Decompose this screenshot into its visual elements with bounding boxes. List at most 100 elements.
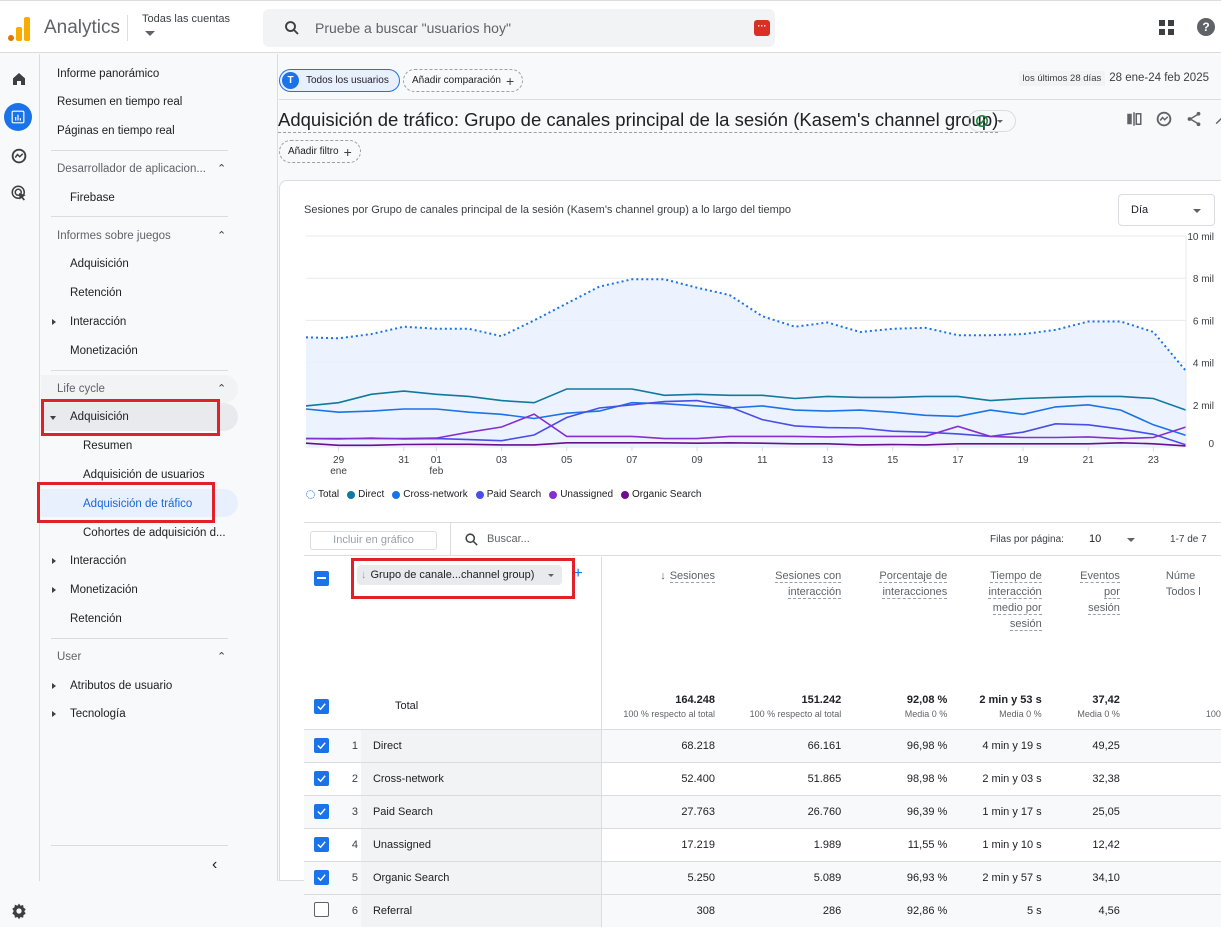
global-search[interactable]: Pruebe a buscar "usuarios hoy" ··· xyxy=(263,9,775,47)
row-checkbox[interactable] xyxy=(304,893,349,927)
segment-chip[interactable]: T Todos los usuarios xyxy=(279,69,400,92)
date-range-picker[interactable]: los últimos 28 días 28 ene-24 feb 2025 xyxy=(1018,71,1209,86)
rows-per-page-select[interactable]: 10 xyxy=(1089,533,1101,545)
legend-item[interactable]: Unassigned xyxy=(549,489,613,500)
nav-item-adquisicion-usuarios[interactable]: Adquisición de usuarios xyxy=(83,469,204,481)
nav-item-tecnologia[interactable]: Tecnología xyxy=(70,708,126,720)
nav-item-interaccion[interactable]: Interacción xyxy=(70,555,126,567)
granularity-select[interactable]: Día xyxy=(1118,194,1215,226)
table-row[interactable]: 5 Organic Search 5.250 5.089 96,93 % 2 min y … xyxy=(304,860,1221,894)
column-header-sesiones-interaccion[interactable]: Sesiones con interacción xyxy=(715,557,842,684)
explore-icon[interactable] xyxy=(8,145,30,167)
chevron-up-icon[interactable]: ⌃ xyxy=(217,162,226,175)
row-dimension-value[interactable]: Referral xyxy=(360,893,602,927)
column-header-label: sesión xyxy=(1009,618,1042,631)
legend-item[interactable]: Direct xyxy=(347,489,384,500)
account-selector[interactable]: Todas las cuentas xyxy=(142,13,230,25)
account-caret-icon[interactable] xyxy=(145,31,155,36)
chevron-down-icon[interactable] xyxy=(1127,538,1135,542)
chevron-up-icon[interactable]: ⌃ xyxy=(217,382,226,395)
insights-icon[interactable] xyxy=(1155,110,1173,128)
nav-item-resumen-tiempo-real[interactable]: Resumen en tiempo real xyxy=(57,96,182,108)
row-checkbox[interactable] xyxy=(304,860,349,894)
expand-arrow-icon[interactable] xyxy=(52,319,56,325)
highlight-annotation xyxy=(37,482,215,523)
share-icon[interactable] xyxy=(1185,110,1203,128)
include-in-chart-button[interactable]: Incluir en gráfico xyxy=(310,531,437,550)
help-icon[interactable]: ? xyxy=(1197,18,1215,36)
table-search-input[interactable]: Buscar... xyxy=(487,533,530,545)
nav-item-monetizacion[interactable]: Monetización xyxy=(70,584,138,596)
row-dimension-value[interactable]: Cross-network xyxy=(360,761,602,795)
row-metric-value: 1 min y 10 s xyxy=(947,827,1042,861)
nav-section-user[interactable]: User xyxy=(57,651,81,663)
extension-badge-icon[interactable]: ··· xyxy=(754,20,770,36)
column-header-numero[interactable]: Núme Todos l xyxy=(1120,557,1221,684)
reports-icon[interactable] xyxy=(4,103,32,131)
apps-grid-icon[interactable] xyxy=(1159,20,1174,35)
expand-arrow-icon[interactable] xyxy=(52,711,56,717)
add-filter-button[interactable]: Añadir filtro + xyxy=(279,140,361,163)
nav-section-juegos[interactable]: Informes sobre juegos xyxy=(57,230,171,242)
legend-item[interactable]: Total xyxy=(306,489,339,500)
trend-sparkle-icon[interactable] xyxy=(1215,110,1221,128)
chevron-up-icon[interactable]: ⌃ xyxy=(217,229,226,242)
page-title[interactable]: Adquisición de tráfico: Grupo de canales… xyxy=(278,109,999,133)
chevron-down-icon xyxy=(997,119,1003,123)
column-header-eventos[interactable]: Eventos por sesión xyxy=(1042,557,1120,684)
table-row[interactable]: 2 Cross-network 52.400 51.865 98,98 % 2 min y… xyxy=(304,761,1221,795)
x-tick-sublabel: ene xyxy=(330,466,347,477)
row-checkbox[interactable] xyxy=(304,728,349,762)
nav-item-paginas-tiempo-real[interactable]: Páginas en tiempo real xyxy=(57,125,175,137)
chevron-up-icon[interactable]: ⌃ xyxy=(217,650,226,663)
row-checkbox[interactable] xyxy=(304,761,349,795)
select-all-checkbox[interactable] xyxy=(304,557,349,684)
table-row[interactable]: 4 Unassigned 17.219 1.989 11,55 % 1 min y 10 … xyxy=(304,827,1221,861)
nav-item-juegos-retencion[interactable]: Retención xyxy=(70,287,122,299)
nav-item-juegos-monetizacion[interactable]: Monetización xyxy=(70,345,138,357)
nav-item-juegos-adquisicion[interactable]: Adquisición xyxy=(70,258,129,270)
report-status-dropdown[interactable] xyxy=(968,110,1016,132)
row-dimension-value[interactable]: Organic Search xyxy=(360,860,602,894)
table-row[interactable]: 1 Direct 68.218 66.161 96,98 % 4 min y 19 s 49… xyxy=(304,728,1221,762)
table-row[interactable]: 3 Paid Search 27.763 26.760 96,39 % 1 min y 1… xyxy=(304,794,1221,828)
nav-item-firebase[interactable]: Firebase xyxy=(70,192,115,204)
nav-item-atributos-usuario[interactable]: Atributos de usuario xyxy=(70,680,172,692)
nav-item-retencion[interactable]: Retención xyxy=(70,613,122,625)
home-icon[interactable] xyxy=(8,68,30,90)
collapse-nav-chevron-icon[interactable]: ‹ xyxy=(212,856,217,874)
nav-item-cohortes[interactable]: Cohortes de adquisición d... xyxy=(83,527,226,539)
search-placeholder[interactable]: Pruebe a buscar "usuarios hoy" xyxy=(315,20,511,36)
add-comparison-button[interactable]: Añadir comparación + xyxy=(403,69,524,92)
column-header-sesiones[interactable]: ↓ Sesiones xyxy=(601,557,715,684)
legend-item[interactable]: Paid Search xyxy=(475,489,541,500)
row-dimension-value[interactable]: Unassigned xyxy=(360,827,602,861)
row-checkbox[interactable] xyxy=(304,827,349,861)
compare-icon[interactable] xyxy=(1125,110,1143,128)
x-tick-label: 09 xyxy=(692,455,704,466)
total-sub: 100 xyxy=(1205,709,1221,719)
expand-arrow-icon[interactable] xyxy=(52,683,56,689)
row-dimension-value[interactable]: Direct xyxy=(360,728,602,762)
legend-item[interactable]: Organic Search xyxy=(621,489,702,500)
nav-item-informe-panoramico[interactable]: Informe panorámico xyxy=(57,68,159,80)
expand-arrow-icon[interactable] xyxy=(52,587,56,593)
analytics-logo-icon[interactable] xyxy=(8,15,32,41)
nav-section-desarrollador[interactable]: Desarrollador de aplicacion... xyxy=(57,163,206,175)
column-header-tiempo[interactable]: Tiempo de interacción medio por sesión xyxy=(947,557,1042,684)
legend-item[interactable]: Cross-network xyxy=(392,489,468,500)
total-checkbox[interactable] xyxy=(304,684,349,729)
row-dimension-value[interactable]: Paid Search xyxy=(360,794,602,828)
nav-item-juegos-interaccion[interactable]: Interacción xyxy=(70,316,126,328)
table-row[interactable]: 6 Referral 308 286 92,86 % 5 s 4,56 xyxy=(304,893,1221,927)
granularity-value: Día xyxy=(1131,204,1149,216)
nav-section-life-cycle[interactable]: Life cycle xyxy=(57,383,105,395)
row-checkbox[interactable] xyxy=(304,794,349,828)
settings-gear-icon[interactable] xyxy=(10,902,28,925)
date-preset-tag: los últimos 28 días xyxy=(1018,71,1106,86)
column-header-sublabel: Todos l xyxy=(1165,586,1201,598)
nav-item-resumen[interactable]: Resumen xyxy=(83,440,132,452)
advertising-icon[interactable] xyxy=(8,182,30,204)
column-header-porcentaje[interactable]: Porcentaje de interacciones xyxy=(841,557,948,684)
expand-arrow-icon[interactable] xyxy=(52,558,56,564)
